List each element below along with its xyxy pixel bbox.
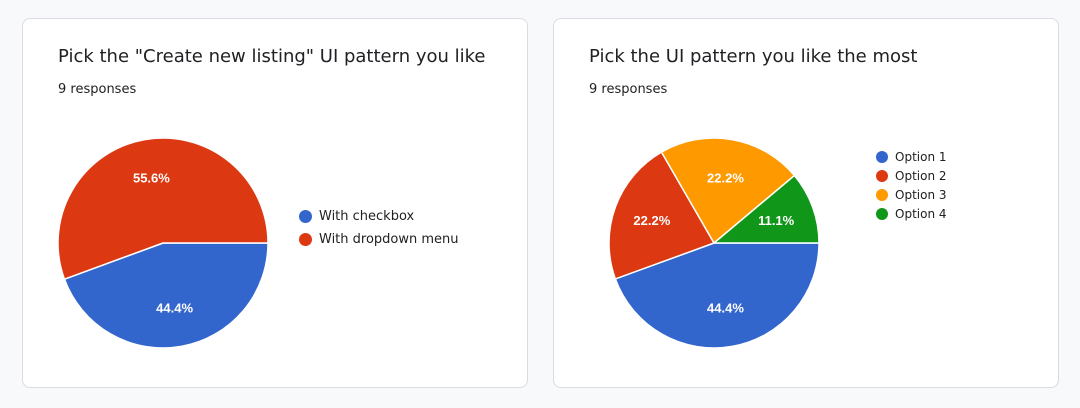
slice-label-option-1: 44.4% [707,301,744,316]
slice-label-with-checkbox: 44.4% [156,301,193,316]
slice-label-with-dropdown-menu: 55.6% [133,170,170,185]
legend-label: Option 1 [895,149,947,164]
legend-swatch-icon [299,233,312,246]
chart-legend: With checkbox With dropdown menu [299,205,459,251]
legend-swatch-icon [876,169,888,182]
legend-swatch-icon [876,188,888,201]
chart-legend: Option 1 Option 2 Option 3 Option 4 [876,147,947,223]
legend-item-option-3[interactable]: Option 3 [876,185,947,204]
legend-item-option-2[interactable]: Option 2 [876,166,947,185]
legend-item-with-dropdown-menu[interactable]: With dropdown menu [299,228,459,251]
legend-item-with-checkbox[interactable]: With checkbox [299,205,459,228]
chart-card-create-listing: Pick the "Create new listing" UI pattern… [22,18,528,388]
slice-label-option-2: 22.2% [633,213,670,228]
chart-card-ui-pattern: Pick the UI pattern you like the most 9 … [553,18,1059,388]
legend-swatch-icon [876,150,888,163]
slice-label-option-4: 11.1% [758,213,795,228]
pie-chart-ui-pattern: 44.4% 22.2% 22.2% 11.1% [608,137,820,349]
legend-item-option-1[interactable]: Option 1 [876,147,947,166]
legend-swatch-icon [299,210,312,223]
legend-label: Option 4 [895,206,947,221]
legend-label: Option 2 [895,168,947,183]
pie-chart-create-listing: 44.4% 55.6% [57,137,269,349]
legend-label: With dropdown menu [319,232,459,247]
slice-label-option-3: 22.2% [707,170,744,185]
legend-item-option-4[interactable]: Option 4 [876,204,947,223]
legend-label: Option 3 [895,187,947,202]
legend-swatch-icon [876,207,888,220]
legend-label: With checkbox [319,209,415,224]
